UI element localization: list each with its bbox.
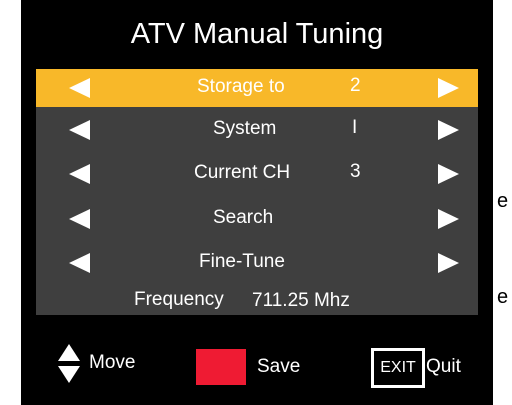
quit-hint-label: Quit (426, 356, 461, 377)
triangle-right-icon[interactable] (438, 78, 459, 98)
tv-osd-menu: ATV Manual Tuning Storage to 2 System I … (21, 0, 493, 405)
menu-row-value: 3 (350, 161, 361, 182)
triangle-right-icon[interactable] (438, 164, 459, 184)
move-hint-label: Move (89, 352, 136, 373)
triangle-left-icon[interactable] (69, 209, 90, 229)
menu-row-storage-to[interactable]: Storage to 2 (36, 69, 478, 107)
exit-key[interactable]: EXIT (371, 348, 425, 388)
up-down-triangles-icon (58, 344, 80, 386)
triangle-left-icon[interactable] (69, 120, 90, 140)
background-text-fragment: e (497, 286, 509, 308)
menu-row-value: 2 (350, 75, 361, 96)
triangle-left-icon[interactable] (69, 164, 90, 184)
menu-row-search[interactable]: Search (36, 200, 478, 238)
menu-row-label: Search (213, 207, 274, 228)
menu-row-fine-tune[interactable]: Fine-Tune (36, 244, 478, 282)
red-save-key-icon (196, 349, 246, 385)
menu-row-label: System (213, 118, 277, 139)
triangle-right-icon[interactable] (438, 253, 459, 273)
triangle-left-icon[interactable] (69, 253, 90, 273)
menu-row-label: Current CH (194, 162, 291, 183)
menu-panel: Storage to 2 System I Current CH 3 Searc… (36, 69, 478, 315)
frequency-value: 711.25 Mhz (252, 290, 350, 311)
frequency-label: Frequency (134, 289, 224, 310)
menu-row-label: Fine-Tune (199, 251, 285, 272)
down-triangle-icon (58, 366, 80, 383)
up-triangle-icon (58, 344, 80, 361)
menu-title: ATV Manual Tuning (130, 18, 384, 50)
page: e e ATV Manual Tuning Storage to 2 Syste… (0, 0, 512, 405)
triangle-right-icon[interactable] (438, 209, 459, 229)
menu-row-system[interactable]: System I (36, 111, 478, 149)
menu-row-value: I (352, 117, 358, 138)
save-hint-label: Save (257, 356, 301, 377)
menu-row-current-ch[interactable]: Current CH 3 (36, 155, 478, 193)
menu-row-label: Storage to (197, 76, 285, 97)
triangle-right-icon[interactable] (438, 120, 459, 140)
triangle-left-icon[interactable] (69, 78, 90, 98)
background-text-fragment: e (497, 190, 509, 212)
